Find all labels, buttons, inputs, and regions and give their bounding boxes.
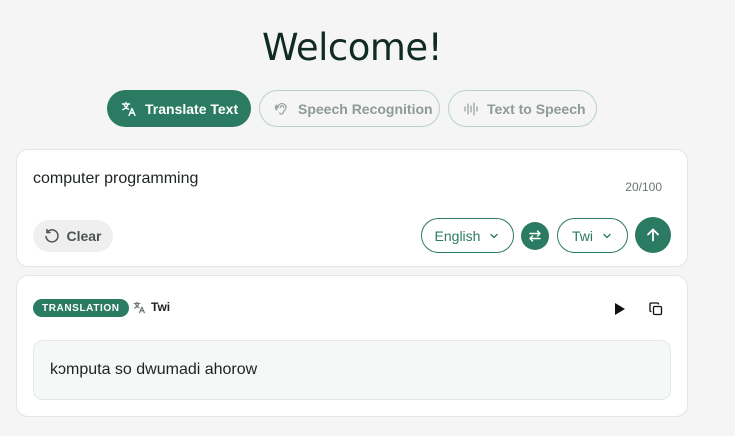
translate-icon	[121, 101, 137, 117]
tab-text-to-speech[interactable]: Text to Speech	[448, 90, 597, 127]
chevron-down-icon	[601, 230, 613, 242]
tab-label: Text to Speech	[487, 100, 586, 117]
page-title: Welcome!	[261, 26, 443, 69]
page: Welcome! Translate Text Speech Recogniti…	[0, 0, 735, 436]
source-language-label: English	[434, 227, 481, 244]
output-language-label: Twi	[151, 300, 171, 314]
play-icon	[614, 302, 626, 316]
swap-languages-button[interactable]	[521, 222, 549, 250]
clear-label: Clear	[66, 228, 102, 244]
output-card: TRANSLATION Twi kɔmputa so dwumadi ahoro…	[16, 275, 688, 417]
target-language-select[interactable]: Twi	[557, 218, 628, 253]
arrow-up-icon	[644, 226, 662, 244]
target-language-label: Twi	[572, 227, 593, 244]
translate-icon	[133, 301, 146, 314]
tab-label: Translate Text	[145, 100, 239, 117]
mode-tabs: Translate Text Speech Recognition Text t…	[107, 90, 597, 127]
source-language-select[interactable]: English	[421, 218, 514, 253]
swap-icon	[527, 228, 543, 244]
source-text-input[interactable]: computer programming	[33, 170, 198, 188]
copy-button[interactable]	[645, 298, 667, 320]
ear-icon	[274, 101, 290, 117]
reset-icon	[44, 228, 60, 244]
clear-button[interactable]: Clear	[33, 220, 113, 252]
tab-translate-text[interactable]: Translate Text	[107, 90, 251, 127]
tab-label: Speech Recognition	[298, 100, 433, 117]
output-language: Twi	[133, 300, 170, 314]
waveform-icon	[463, 101, 479, 117]
translate-submit-button[interactable]	[635, 217, 671, 253]
play-audio-button[interactable]	[609, 298, 631, 320]
tab-speech-recognition[interactable]: Speech Recognition	[259, 90, 440, 127]
input-card: computer programming 20/100 Clear Englis…	[16, 149, 688, 267]
chevron-down-icon	[488, 230, 500, 242]
character-counter: 20/100	[625, 180, 662, 194]
translation-output: kɔmputa so dwumadi ahorow	[33, 340, 671, 400]
copy-icon	[649, 302, 663, 316]
translation-badge: TRANSLATION	[33, 299, 129, 317]
